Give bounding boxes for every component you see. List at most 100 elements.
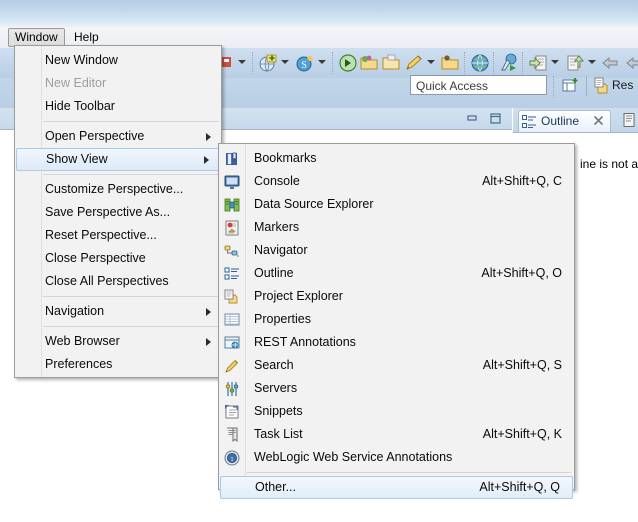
item-label: Snippets: [254, 404, 303, 418]
menu-item-hide-toolbar[interactable]: Hide Toolbar: [15, 95, 221, 118]
menu-item-preferences[interactable]: Preferences: [15, 353, 221, 376]
show-view-item-rest-annotations[interactable]: REST Annotations: [219, 331, 574, 354]
close-icon[interactable]: [593, 115, 604, 126]
item-label: REST Annotations: [254, 335, 356, 349]
tab-outline-label: Outline: [541, 114, 580, 128]
perspective-separator: [553, 76, 555, 98]
menu-item-new-window[interactable]: New Window: [15, 49, 221, 72]
snippets-icon: [224, 404, 240, 420]
new-server-icon[interactable]: S: [295, 53, 315, 73]
item-label: Bookmarks: [254, 151, 317, 165]
menu-item-reset-perspective[interactable]: Reset Perspective...: [15, 224, 221, 247]
export-icon[interactable]: [565, 53, 585, 73]
show-view-item-project-explorer[interactable]: Project Explorer: [219, 285, 574, 308]
rest-annotations-icon: [224, 335, 240, 351]
show-view-item-navigator[interactable]: Navigator: [219, 239, 574, 262]
show-view-item-bookmarks[interactable]: Bookmarks: [219, 147, 574, 170]
item-accelerator: Alt+Shift+Q, Q: [479, 480, 560, 494]
resource-perspective-icon[interactable]: [594, 77, 610, 94]
menu-item-label: Reset Perspective...: [45, 228, 157, 242]
title-bar: [0, 0, 638, 27]
export-dropdown-arrow[interactable]: [588, 60, 596, 64]
menu-item-navigation[interactable]: Navigation: [15, 300, 221, 323]
open-resource-icon[interactable]: [441, 53, 461, 73]
save-icon[interactable]: [222, 55, 232, 69]
menu-item-new-editor: New Editor: [15, 72, 221, 95]
menu-item-label: Navigation: [45, 304, 105, 318]
show-view-item-other[interactable]: Other... Alt+Shift+Q, Q: [220, 476, 573, 499]
debug-icon[interactable]: [499, 53, 519, 73]
show-view-item-outline[interactable]: Outline Alt+Shift+Q, O: [219, 262, 574, 285]
menu-item-open-perspective[interactable]: Open Perspective: [15, 125, 221, 148]
show-view-item-data-source-explorer[interactable]: Data Source Explorer: [219, 193, 574, 216]
new-web-project-dropdown-arrow[interactable]: [281, 60, 289, 64]
quick-access-input[interactable]: Quick Access: [410, 75, 547, 95]
menu-item-web-browser[interactable]: Web Browser: [15, 330, 221, 353]
menu-item-label: Hide Toolbar: [45, 99, 115, 113]
open-perspective-icon[interactable]: [562, 77, 580, 95]
item-label: Console: [254, 174, 300, 188]
maximize-button[interactable]: [490, 113, 501, 124]
markers-icon: [224, 220, 240, 236]
menu-item-label: Save Perspective As...: [45, 205, 171, 219]
menu-item-label: New Window: [45, 53, 118, 67]
svg-text:1: 1: [230, 456, 233, 463]
show-view-item-snippets[interactable]: Snippets: [219, 400, 574, 423]
save-dropdown-arrow[interactable]: [238, 60, 246, 64]
item-accelerator: Alt+Shift+Q, K: [482, 427, 562, 441]
menu-item-label: Web Browser: [45, 334, 120, 348]
menu-item-close-all-perspectives[interactable]: Close All Perspectives: [15, 270, 221, 293]
menu-item-save-perspective-as[interactable]: Save Perspective As...: [15, 201, 221, 224]
menu-item-close-perspective[interactable]: Close Perspective: [15, 247, 221, 270]
menu-item-show-view[interactable]: Show View: [16, 148, 220, 171]
external-tools-icon[interactable]: [338, 53, 358, 73]
open-type-icon[interactable]: [382, 53, 402, 73]
item-label: Project Explorer: [254, 289, 343, 303]
item-label: WebLogic Web Service Annotations: [254, 450, 453, 464]
submenu-separator: [247, 472, 571, 473]
minimize-button[interactable]: [467, 114, 478, 123]
open-folder-icon[interactable]: [360, 53, 380, 73]
back-arrow-icon[interactable]: [600, 53, 620, 73]
item-accelerator: Alt+Shift+Q, O: [481, 266, 562, 280]
item-label: Servers: [254, 381, 298, 395]
show-view-item-search[interactable]: Search Alt+Shift+Q, S: [219, 354, 574, 377]
show-view-item-weblogic-web-service-annotations[interactable]: 1 WebLogic Web Service Annotations: [219, 446, 574, 469]
outline-icon: [522, 115, 537, 129]
tab-outline[interactable]: Outline: [518, 110, 611, 132]
new-web-project-icon[interactable]: [258, 53, 278, 73]
view-menu-icon[interactable]: [623, 113, 636, 128]
bookmarks-icon: [224, 151, 240, 167]
menu-item-customize-perspective[interactable]: Customize Perspective...: [15, 178, 221, 201]
toolbar-separator: [493, 52, 495, 74]
show-view-item-properties[interactable]: Properties: [219, 308, 574, 331]
globe-icon[interactable]: [470, 53, 490, 73]
task-list-icon: [224, 427, 240, 443]
show-view-item-task-list[interactable]: Task List Alt+Shift+Q, K: [219, 423, 574, 446]
show-view-item-console[interactable]: Console Alt+Shift+Q, C: [219, 170, 574, 193]
menu-item-label: Open Perspective: [45, 129, 145, 143]
pencil-icon[interactable]: [404, 53, 424, 73]
import-icon[interactable]: [528, 53, 548, 73]
perspective-divider: [586, 76, 587, 96]
perspective-label[interactable]: Res: [612, 78, 633, 92]
show-view-item-markers[interactable]: Markers: [219, 216, 574, 239]
item-label: Other...: [255, 480, 296, 494]
new-server-dropdown-arrow[interactable]: [318, 60, 326, 64]
item-label: Navigator: [254, 243, 308, 257]
chevron-right-icon: [204, 156, 209, 164]
show-view-submenu: Bookmarks Console Alt+Shift+Q, C Data So…: [218, 143, 575, 499]
menubar-item-help[interactable]: Help: [68, 29, 105, 46]
pencil-dropdown-arrow[interactable]: [427, 60, 435, 64]
menu-item-label: Close All Perspectives: [45, 274, 169, 288]
outline-panel-divider: [513, 132, 638, 133]
item-label: Properties: [254, 312, 311, 326]
forward-arrow-icon[interactable]: [624, 53, 638, 73]
navigator-icon: [224, 243, 240, 259]
import-dropdown-arrow[interactable]: [551, 60, 559, 64]
show-view-item-servers[interactable]: Servers: [219, 377, 574, 400]
toolbar-separator: [464, 52, 466, 74]
menu-item-label: Preferences: [45, 357, 113, 371]
menu-separator: [43, 326, 219, 327]
eclipse-window: Window Help S Quick Access Res Outline i…: [0, 0, 638, 522]
